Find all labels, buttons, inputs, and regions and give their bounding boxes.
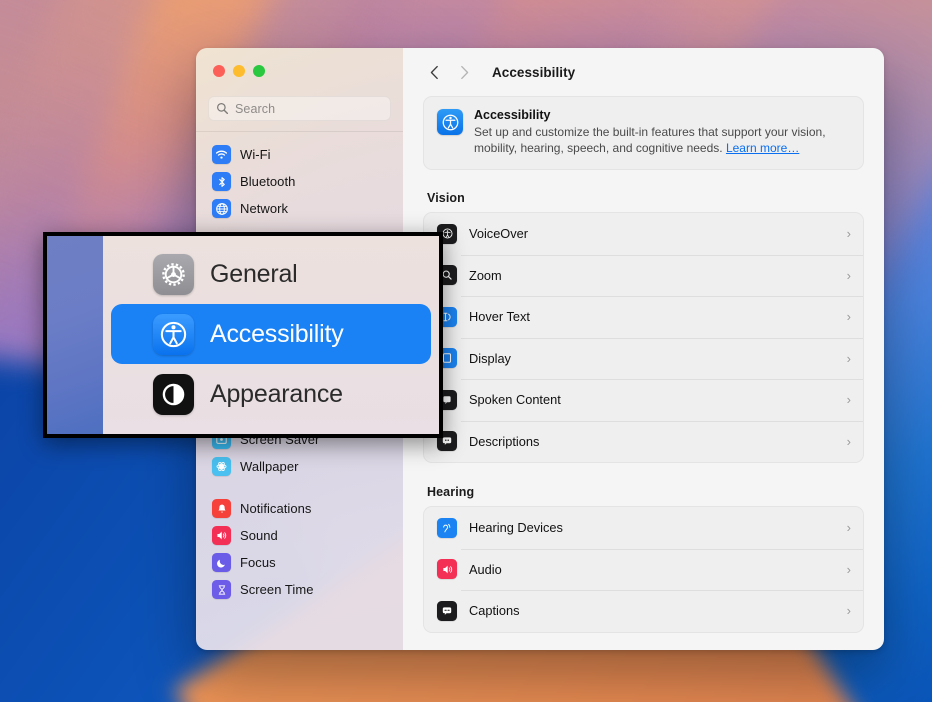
chevron-right-icon: › bbox=[846, 433, 851, 449]
magnifier-wallpaper-edge bbox=[47, 236, 103, 434]
magnified-item-appearance[interactable]: Appearance bbox=[111, 364, 431, 424]
chevron-right-icon: › bbox=[846, 350, 851, 366]
sidebar-item-wifi[interactable]: Wi-Fi bbox=[205, 141, 394, 168]
search-icon bbox=[217, 103, 229, 115]
close-button[interactable] bbox=[213, 65, 225, 77]
sidebar-item-notifications[interactable]: Notifications bbox=[205, 495, 394, 522]
search-input[interactable]: Search bbox=[208, 96, 391, 121]
row-hearing-devices[interactable]: Hearing Devices › bbox=[424, 507, 863, 549]
row-captions[interactable]: Captions › bbox=[424, 590, 863, 632]
appearance-icon bbox=[153, 373, 194, 415]
back-button[interactable] bbox=[421, 59, 447, 85]
sidebar-item-label: Wallpaper bbox=[240, 459, 299, 474]
magnified-item-label: Appearance bbox=[210, 379, 343, 408]
magnified-item-label: General bbox=[210, 259, 298, 288]
row-label: Spoken Content bbox=[469, 392, 561, 408]
sidebar-item-label: Sound bbox=[240, 528, 278, 543]
magnified-item-general[interactable]: General bbox=[111, 244, 431, 304]
sidebar-item-label: Network bbox=[240, 201, 289, 216]
row-label: Hover Text bbox=[469, 309, 530, 325]
row-audio[interactable]: Audio › bbox=[424, 548, 863, 591]
section-title-hearing: Hearing bbox=[427, 485, 475, 499]
chevron-right-icon: › bbox=[846, 309, 851, 325]
row-voiceover[interactable]: VoiceOver › bbox=[424, 213, 863, 255]
row-label: Zoom bbox=[469, 267, 502, 283]
row-label: Captions bbox=[469, 603, 520, 619]
accessibility-icon bbox=[437, 109, 463, 135]
toolbar: Accessibility bbox=[403, 48, 884, 96]
maximize-button[interactable] bbox=[253, 65, 265, 77]
settings-scroll-area[interactable]: Accessibility Set up and customize the b… bbox=[403, 96, 884, 650]
notifications-icon bbox=[212, 499, 231, 518]
hearing-devices-icon bbox=[437, 517, 457, 538]
sidebar-item-sound[interactable]: Sound bbox=[205, 522, 394, 549]
search-container: Search bbox=[196, 88, 403, 131]
banner-title: Accessibility bbox=[474, 108, 551, 122]
chevron-right-icon: › bbox=[846, 561, 851, 577]
zoom-magnifier-overlay: General Accessibility Appearance bbox=[43, 232, 443, 438]
learn-more-link[interactable]: Learn more… bbox=[726, 141, 799, 155]
window-controls bbox=[196, 48, 403, 88]
row-label: VoiceOver bbox=[469, 226, 529, 242]
screen-time-icon bbox=[212, 580, 231, 599]
row-label: Descriptions bbox=[469, 433, 540, 449]
hearing-group: Hearing Devices › Audio › Captions › bbox=[423, 506, 864, 633]
banner-text: Accessibility Set up and customize the b… bbox=[474, 108, 850, 156]
chevron-right-icon: › bbox=[846, 520, 851, 536]
magnifier-sidebar-zoom: General Accessibility Appearance bbox=[103, 236, 439, 434]
chevron-right-icon bbox=[460, 65, 468, 79]
section-title-vision: Vision bbox=[427, 191, 465, 205]
sidebar-group-alerts: Notifications Sound Focus Screen Time bbox=[196, 495, 403, 603]
network-globe-icon bbox=[212, 199, 231, 218]
chevron-left-icon bbox=[430, 65, 438, 79]
bluetooth-icon bbox=[212, 172, 231, 191]
audio-icon bbox=[437, 559, 457, 580]
chevron-right-icon: › bbox=[846, 226, 851, 242]
sidebar-item-wallpaper[interactable]: Wallpaper bbox=[205, 453, 394, 480]
minimize-button[interactable] bbox=[233, 65, 245, 77]
chevron-right-icon: › bbox=[846, 603, 851, 619]
sidebar-item-label: Screen Time bbox=[240, 582, 314, 597]
sidebar-item-bluetooth[interactable]: Bluetooth bbox=[205, 168, 394, 195]
magnified-item-accessibility[interactable]: Accessibility bbox=[111, 304, 431, 364]
sidebar-item-focus[interactable]: Focus bbox=[205, 549, 394, 576]
captions-icon bbox=[437, 600, 457, 621]
sidebar-group-network: Wi-Fi Bluetooth Network bbox=[196, 141, 403, 222]
chevron-right-icon: › bbox=[846, 267, 851, 283]
wifi-icon bbox=[212, 145, 231, 164]
row-label: Hearing Devices bbox=[469, 520, 563, 536]
sidebar-item-label: Focus bbox=[240, 555, 276, 570]
row-label: Display bbox=[469, 350, 511, 366]
magnified-item-label: Accessibility bbox=[210, 319, 344, 348]
desktop-wallpaper: Search Wi-Fi Bluetooth Network Screen Sa… bbox=[0, 0, 932, 702]
row-spoken-content[interactable]: Spoken Content › bbox=[424, 379, 863, 421]
sound-icon bbox=[212, 526, 231, 545]
sidebar-item-screen-time[interactable]: Screen Time bbox=[205, 576, 394, 603]
accessibility-banner: Accessibility Set up and customize the b… bbox=[423, 96, 864, 170]
row-hover-text[interactable]: Hover Text › bbox=[424, 296, 863, 338]
wallpaper-icon bbox=[212, 457, 231, 476]
row-display[interactable]: Display › bbox=[424, 337, 863, 380]
sidebar-item-label: Bluetooth bbox=[240, 174, 296, 189]
sidebar-item-label: Notifications bbox=[240, 501, 312, 516]
content-pane: Accessibility Accessibility Set up and c… bbox=[403, 48, 884, 650]
forward-button[interactable] bbox=[451, 59, 477, 85]
chevron-right-icon: › bbox=[846, 392, 851, 408]
banner-description: Set up and customize the built-in featur… bbox=[474, 124, 850, 156]
vision-group: VoiceOver › Zoom › Hover Text › Display … bbox=[423, 212, 864, 463]
accessibility-icon bbox=[153, 313, 194, 355]
row-label: Audio bbox=[469, 561, 502, 577]
sidebar-item-network[interactable]: Network bbox=[205, 195, 394, 222]
focus-moon-icon bbox=[212, 553, 231, 572]
gear-icon bbox=[153, 253, 194, 295]
row-zoom[interactable]: Zoom › bbox=[424, 254, 863, 297]
search-placeholder: Search bbox=[235, 101, 276, 116]
row-descriptions[interactable]: Descriptions › bbox=[424, 420, 863, 463]
sidebar-item-label: Wi-Fi bbox=[240, 147, 271, 162]
page-title: Accessibility bbox=[492, 64, 576, 80]
